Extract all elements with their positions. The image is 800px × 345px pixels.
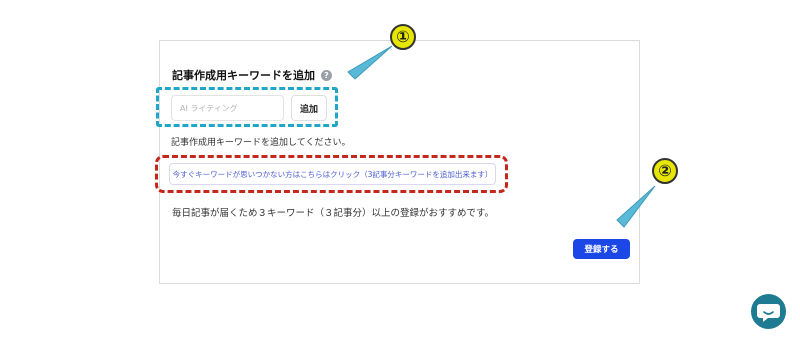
arrow-step1 [347, 45, 393, 80]
step1-badge: ① [390, 24, 416, 50]
annotation-arrows [347, 45, 656, 228]
chat-bubble-icon [757, 304, 780, 322]
chat-button[interactable] [751, 294, 786, 329]
arrow-step2 [616, 185, 656, 228]
step2-badge: ② [652, 158, 678, 184]
